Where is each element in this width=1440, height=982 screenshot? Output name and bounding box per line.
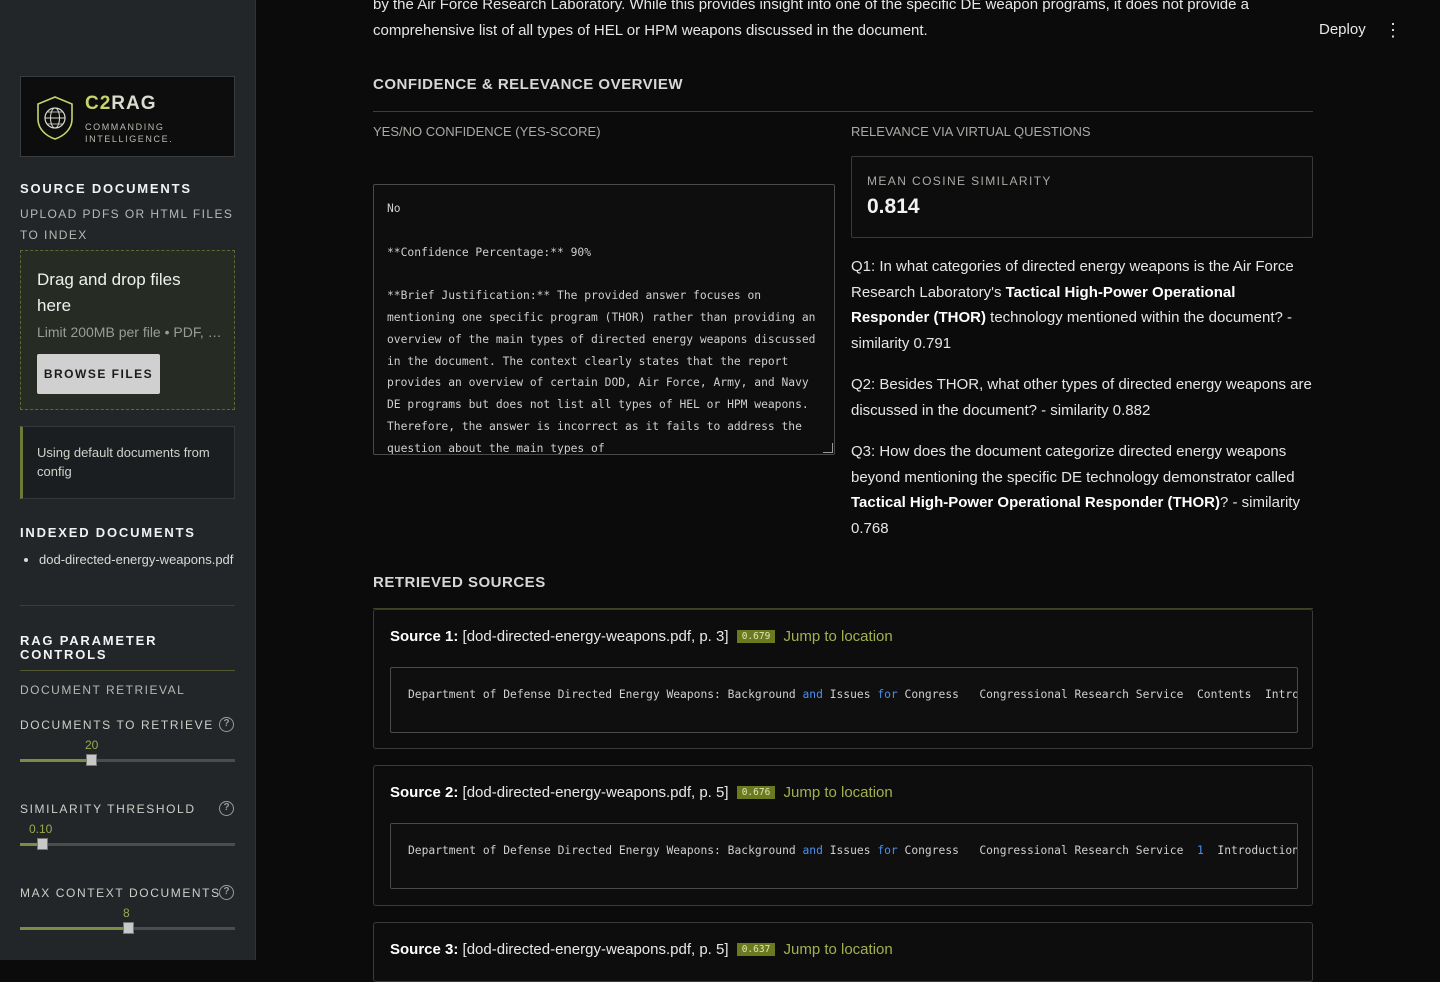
dropzone-limit: Limit 200MB per file • PDF, HTML — [37, 324, 227, 340]
slider-value: 20 — [85, 738, 99, 752]
yes-no-confidence-label: YES/NO CONFIDENCE (YES-SCORE) — [373, 124, 601, 139]
browse-files-button[interactable]: BROWSE FILES — [37, 354, 160, 394]
slider-handle[interactable] — [122, 922, 134, 934]
divider — [20, 605, 235, 606]
shield-globe-icon — [37, 96, 73, 140]
divider — [373, 111, 1313, 112]
help-icon[interactable]: ? — [219, 717, 234, 732]
default-documents-info: Using default documents from config — [20, 426, 235, 499]
metric-label: MEAN COSINE SIMILARITY — [867, 174, 1052, 188]
score-badge: 0.676 — [736, 786, 776, 799]
similarity-threshold-slider[interactable] — [20, 838, 235, 850]
source-header: Source 3: [dod-directed-energy-weapons.p… — [390, 941, 893, 958]
slider-handle[interactable] — [85, 754, 97, 766]
retrieved-sources-title: RETRIEVED SOURCES — [373, 574, 546, 591]
max-context-documents-slider[interactable] — [20, 922, 235, 934]
source-snippet[interactable]: Department of Defense Directed Energy We… — [390, 823, 1298, 889]
virtual-question-2: Q2: Besides THOR, what other types of di… — [851, 376, 1312, 419]
source-documents-heading: SOURCE DOCUMENTS — [20, 181, 192, 196]
snippet-text: Department of Defense Directed Energy We… — [408, 844, 1298, 857]
rag-controls-heading: RAG PARAMETER CONTROLS — [20, 633, 158, 662]
divider — [20, 670, 235, 671]
list-item: dod-directed-energy-weapons.pdf — [39, 552, 233, 567]
metric-value: 0.814 — [867, 195, 920, 218]
virtual-question-1: Q1: In what categories of directed energ… — [851, 258, 1294, 352]
confidence-textarea[interactable]: No **Confidence Percentage:** 90% **Brie… — [373, 184, 835, 455]
source-header: Source 2: [dod-directed-energy-weapons.p… — [390, 784, 893, 801]
similarity-threshold-label: SIMILARITY THRESHOLD — [20, 802, 196, 816]
source-card: Source 3: [dod-directed-energy-weapons.p… — [373, 922, 1313, 982]
answer-text: by the Air Force Research Laboratory. Wh… — [373, 0, 1250, 39]
help-icon[interactable]: ? — [219, 885, 234, 900]
source-snippet[interactable]: Department of Defense Directed Energy We… — [390, 667, 1298, 733]
sidebar: C2RAG COMMANDING INTELLIGENCE. SOURCE DO… — [0, 0, 256, 960]
jump-to-location-link[interactable]: Jump to location — [783, 628, 892, 645]
score-badge: 0.679 — [736, 630, 776, 643]
slider-handle[interactable] — [36, 838, 48, 850]
documents-to-retrieve-slider[interactable] — [20, 754, 235, 766]
confidence-text: No **Confidence Percentage:** 90% **Brie… — [387, 202, 816, 455]
slider-fill — [20, 927, 128, 930]
slider-value: 0.10 — [29, 822, 53, 836]
deploy-button[interactable]: Deploy — [1319, 21, 1366, 38]
logo-title: C2RAG — [85, 93, 157, 114]
source-header: Source 1: [dod-directed-energy-weapons.p… — [390, 628, 893, 645]
logo: C2RAG COMMANDING INTELLIGENCE. — [20, 76, 235, 157]
max-context-documents-label: MAX CONTEXT DOCUMENTS — [20, 886, 221, 900]
slider-value: 8 — [123, 906, 130, 920]
source-card: Source 2: [dod-directed-energy-weapons.p… — [373, 765, 1313, 906]
help-icon[interactable]: ? — [219, 801, 234, 816]
resize-handle-icon[interactable] — [823, 443, 833, 453]
overview-title: CONFIDENCE & RELEVANCE OVERVIEW — [373, 76, 683, 93]
file-dropzone[interactable]: Drag and drop files here Limit 200MB per… — [20, 250, 235, 410]
upload-description: UPLOAD PDFS OR HTML FILES TO INDEX — [20, 207, 234, 242]
score-badge: 0.637 — [736, 943, 776, 956]
dropzone-title: Drag and drop files here — [37, 270, 181, 315]
document-retrieval-label: DOCUMENT RETRIEVAL — [20, 683, 186, 697]
logo-subtitle: COMMANDING INTELLIGENCE. — [85, 122, 174, 144]
slider-fill — [20, 759, 91, 762]
indexed-documents-heading: INDEXED DOCUMENTS — [20, 525, 196, 540]
kebab-menu-icon[interactable]: ⋮ — [1384, 20, 1402, 40]
jump-to-location-link[interactable]: Jump to location — [783, 784, 892, 801]
source-card: Source 1: [dod-directed-energy-weapons.p… — [373, 609, 1313, 749]
virtual-question-3: Q3: How does the document categorize dir… — [851, 443, 1300, 537]
documents-to-retrieve-label: DOCUMENTS TO RETRIEVE — [20, 718, 214, 732]
mean-cosine-similarity-metric: MEAN COSINE SIMILARITY 0.814 — [851, 156, 1313, 238]
jump-to-location-link[interactable]: Jump to location — [783, 941, 892, 958]
snippet-text: Department of Defense Directed Energy We… — [408, 688, 1297, 701]
relevance-label: RELEVANCE VIA VIRTUAL QUESTIONS — [851, 124, 1091, 139]
indexed-documents-list: dod-directed-energy-weapons.pdf — [20, 552, 233, 567]
